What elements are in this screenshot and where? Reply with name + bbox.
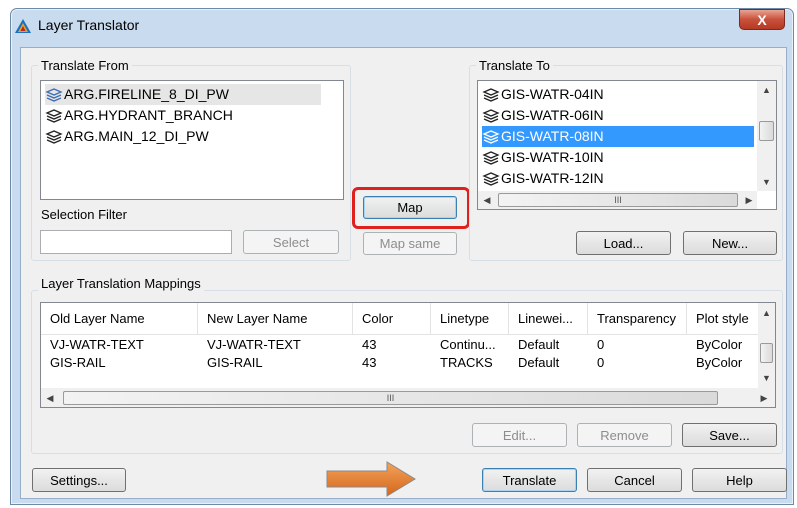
scrollbar-grip: III [386, 393, 395, 403]
remove-button[interactable]: Remove [577, 423, 672, 447]
translate-to-vscrollbar[interactable]: ▲ ▼ [757, 81, 776, 191]
list-item[interactable]: GIS-WATR-12IN [482, 168, 604, 189]
layers-icon [45, 108, 63, 123]
list-item-label: GIS-WATR-10IN [501, 149, 604, 165]
load-button[interactable]: Load... [576, 231, 671, 255]
scroll-up-icon[interactable]: ▲ [757, 83, 776, 97]
list-item[interactable]: GIS-WATR-10IN [482, 147, 604, 168]
selection-filter-label: Selection Filter [41, 207, 127, 222]
layers-icon [482, 171, 500, 186]
mappings-vscrollbar[interactable]: ▲ ▼ [758, 303, 775, 388]
cell-color: 43 [362, 355, 377, 370]
list-item[interactable]: ARG.MAIN_12_DI_PW [45, 126, 209, 147]
mappings-hscrollbar[interactable]: ◀ III ▶ [41, 388, 775, 407]
scroll-down-icon[interactable]: ▼ [758, 371, 775, 384]
column-header-linetype[interactable]: Linetype [431, 303, 509, 335]
cell-linetype: Continu... [440, 337, 496, 352]
list-item[interactable]: GIS-WATR-06IN [482, 105, 604, 126]
translate-to-list[interactable]: GIS-WATR-04IN GIS-WATR-06IN GIS-WATR-08I… [477, 80, 777, 210]
list-item-label: GIS-WATR-08IN [501, 128, 604, 144]
scroll-down-icon[interactable]: ▼ [757, 175, 776, 189]
list-item-label: ARG.MAIN_12_DI_PW [64, 128, 209, 144]
save-button[interactable]: Save... [682, 423, 777, 447]
translate-to-label: Translate To [476, 58, 553, 73]
column-header-plot-style[interactable]: Plot style [687, 303, 758, 335]
translate-from-label: Translate From [38, 58, 132, 73]
column-header-old-layer[interactable]: Old Layer Name [41, 303, 198, 335]
layers-icon [45, 87, 63, 102]
help-button[interactable]: Help [692, 468, 787, 492]
cell-transparency: 0 [597, 337, 605, 352]
edit-button[interactable]: Edit... [472, 423, 567, 447]
column-header-new-layer[interactable]: New Layer Name [198, 303, 353, 335]
scroll-left-icon[interactable]: ◀ [480, 193, 494, 207]
table-row[interactable]: VJ-WATR-TEXT VJ-WATR-TEXT 43 Continu... … [41, 337, 758, 355]
cell-transparency: 0 [597, 355, 605, 370]
layers-icon [482, 87, 500, 102]
column-header-transparency[interactable]: Transparency [588, 303, 687, 335]
cell-lineweight: Default [518, 355, 560, 370]
translate-button[interactable]: Translate [482, 468, 577, 492]
cell-plot-style: ByColor [696, 337, 743, 352]
translate-from-list[interactable]: ARG.FIRELINE_8_DI_PW ARG.HYDRANT_BRANCH … [40, 80, 344, 200]
list-item-label: GIS-WATR-04IN [501, 86, 604, 102]
scroll-right-icon[interactable]: ▶ [742, 193, 756, 207]
scroll-up-icon[interactable]: ▲ [758, 306, 775, 319]
cell-old-layer: GIS-RAIL [50, 355, 106, 370]
layers-icon [482, 108, 500, 123]
list-item-label: ARG.HYDRANT_BRANCH [64, 107, 233, 123]
scrollbar-grip: III [614, 195, 622, 205]
map-button[interactable]: Map [363, 196, 457, 219]
select-button[interactable]: Select [243, 230, 339, 254]
window-title: Layer Translator [38, 17, 140, 33]
scrollbar-thumb[interactable] [759, 121, 774, 141]
autocad-logo-icon [15, 19, 31, 33]
scrollbar-thumb[interactable] [760, 343, 773, 363]
list-item-label: GIS-WATR-06IN [501, 107, 604, 123]
layers-icon [482, 129, 500, 144]
table-header: Old Layer Name New Layer Name Color Line… [41, 303, 758, 335]
table-row[interactable]: GIS-RAIL GIS-RAIL 43 TRACKS Default 0 By… [41, 355, 758, 373]
column-header-color[interactable]: Color [353, 303, 431, 335]
layers-icon [45, 129, 63, 144]
cell-color: 43 [362, 337, 377, 352]
list-item[interactable]: GIS-WATR-04IN [482, 84, 604, 105]
mappings-table[interactable]: Old Layer Name New Layer Name Color Line… [40, 302, 776, 408]
list-item-selected[interactable]: GIS-WATR-08IN [482, 126, 754, 147]
cell-old-layer: VJ-WATR-TEXT [50, 337, 144, 352]
settings-button[interactable]: Settings... [32, 468, 126, 492]
list-item[interactable]: ARG.HYDRANT_BRANCH [45, 105, 233, 126]
scroll-right-icon[interactable]: ▶ [757, 391, 771, 405]
scroll-left-icon[interactable]: ◀ [43, 391, 57, 405]
cell-new-layer: VJ-WATR-TEXT [207, 337, 301, 352]
cell-new-layer: GIS-RAIL [207, 355, 263, 370]
cell-linetype: TRACKS [440, 355, 493, 370]
column-header-lineweight[interactable]: Linewei... [509, 303, 588, 335]
list-item-label: ARG.FIRELINE_8_DI_PW [64, 86, 229, 102]
arrow-right-icon [326, 461, 416, 497]
translate-to-hscrollbar[interactable]: ◀ III ▶ [478, 191, 757, 209]
cell-lineweight: Default [518, 337, 560, 352]
cancel-button[interactable]: Cancel [587, 468, 682, 492]
scrollbar-thumb[interactable]: III [63, 391, 718, 405]
new-button[interactable]: New... [683, 231, 777, 255]
layers-icon [482, 150, 500, 165]
scrollbar-thumb[interactable]: III [498, 193, 738, 207]
close-button[interactable]: X [739, 9, 785, 30]
list-item[interactable]: ARG.FIRELINE_8_DI_PW [45, 84, 321, 105]
cell-plot-style: ByColor [696, 355, 743, 370]
selection-filter-input[interactable] [40, 230, 232, 254]
mappings-label: Layer Translation Mappings [38, 276, 204, 291]
list-item-label: GIS-WATR-12IN [501, 170, 604, 186]
map-same-button[interactable]: Map same [363, 232, 457, 255]
